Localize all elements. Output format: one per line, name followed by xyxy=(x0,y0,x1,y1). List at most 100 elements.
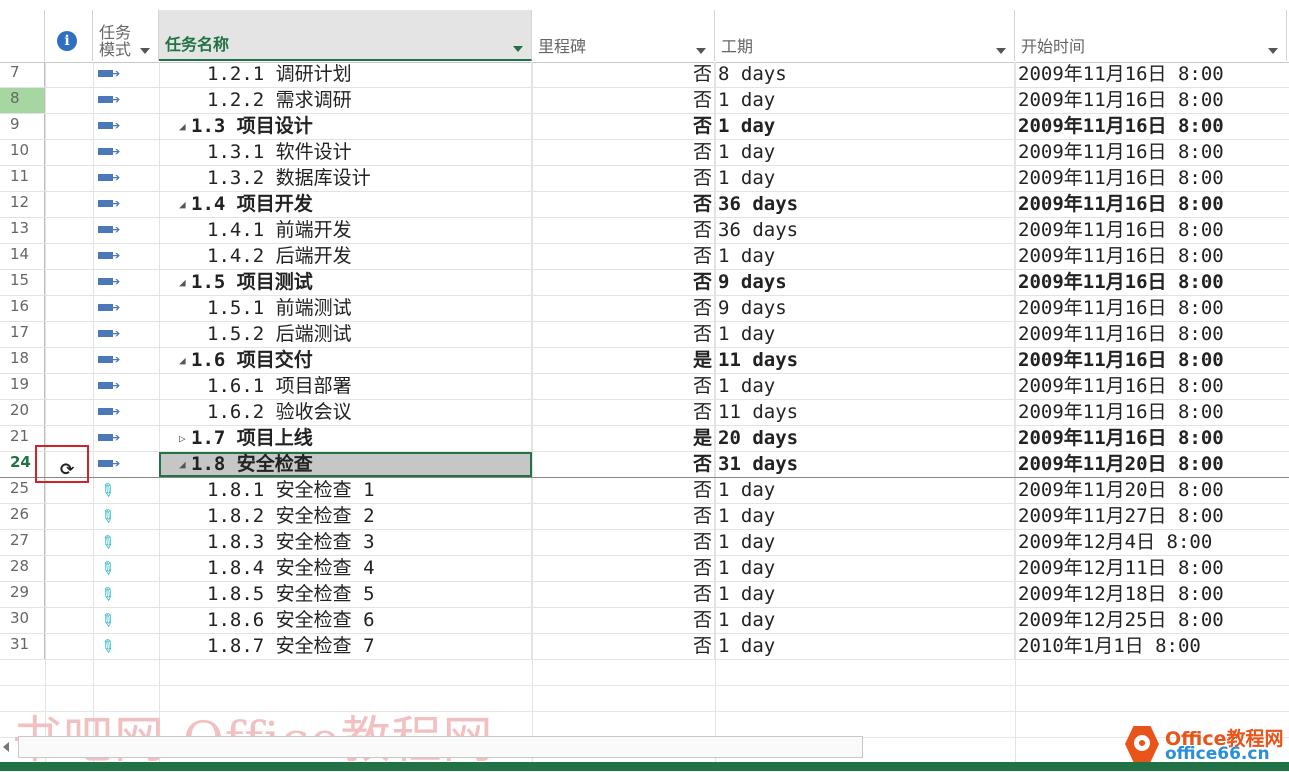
table-row[interactable]: 7 ➔ 1.2.1 调研计划 否 8 days 2009年11月16日 8:00 xyxy=(0,62,1289,88)
row-number[interactable]: 31 xyxy=(0,634,45,659)
indicator-cell[interactable] xyxy=(45,530,94,555)
start-cell[interactable]: 2009年11月16日 8:00 xyxy=(1015,114,1287,139)
indicator-cell[interactable] xyxy=(45,348,94,373)
duration-cell[interactable]: 1 day xyxy=(715,504,1015,529)
table-row[interactable]: 31 ✎ 1.8.7 安全检查 7 否 1 day 2010年1月1日 8:00 xyxy=(0,634,1289,660)
start-cell[interactable]: 2009年12月4日 8:00 xyxy=(1015,530,1287,555)
empty-row[interactable] xyxy=(0,660,1289,686)
chevron-down-icon[interactable] xyxy=(996,48,1006,54)
start-cell[interactable]: 2009年11月16日 8:00 xyxy=(1015,244,1287,269)
milestone-cell[interactable]: 是 xyxy=(532,348,715,373)
table-row[interactable]: 18 ➔ ◢ 1.6 项目交付 是 11 days 2009年11月16日 8:0… xyxy=(0,348,1289,374)
task-name-cell[interactable]: 1.8.3 安全检查 3 xyxy=(159,530,532,555)
duration-cell[interactable]: 1 day xyxy=(715,582,1015,607)
table-row[interactable]: 10 ➔ 1.3.1 软件设计 否 1 day 2009年11月16日 8:00 xyxy=(0,140,1289,166)
duration-cell[interactable]: 31 days xyxy=(715,452,1015,477)
duration-cell[interactable]: 1 day xyxy=(715,244,1015,269)
indicator-cell[interactable] xyxy=(45,192,94,217)
milestone-cell[interactable]: 否 xyxy=(532,114,715,139)
horizontal-scrollbar[interactable] xyxy=(18,736,863,758)
row-number[interactable]: 8 xyxy=(0,88,45,113)
indicator-cell[interactable] xyxy=(45,582,94,607)
task-name-cell[interactable]: 1.6.1 项目部署 xyxy=(159,374,532,399)
milestone-cell[interactable]: 否 xyxy=(532,270,715,295)
milestone-cell[interactable]: 是 xyxy=(532,426,715,451)
milestone-cell[interactable]: 否 xyxy=(532,530,715,555)
start-cell[interactable]: 2010年1月1日 8:00 xyxy=(1015,634,1287,659)
column-header-start[interactable]: 开始时间 xyxy=(1015,10,1287,61)
indicator-cell[interactable] xyxy=(45,140,94,165)
indicator-cell[interactable] xyxy=(45,400,94,425)
duration-cell[interactable]: 9 days xyxy=(715,296,1015,321)
duration-cell[interactable]: 11 days xyxy=(715,348,1015,373)
task-name-cell[interactable]: 1.3.1 软件设计 xyxy=(159,140,532,165)
row-number[interactable]: 28 xyxy=(0,556,45,581)
indicator-cell[interactable] xyxy=(45,504,94,529)
task-mode-cell[interactable]: ✎ xyxy=(93,530,160,555)
task-name-cell[interactable]: ▷ 1.7 项目上线 xyxy=(159,426,532,451)
row-number[interactable]: 14 xyxy=(0,244,45,269)
table-row[interactable]: 17 ➔ 1.5.2 后端测试 否 1 day 2009年11月16日 8:00 xyxy=(0,322,1289,348)
task-name-cell[interactable]: ◢ 1.8 安全检查 xyxy=(159,452,532,477)
milestone-cell[interactable]: 否 xyxy=(532,322,715,347)
indicator-cell[interactable] xyxy=(45,322,94,347)
task-mode-cell[interactable]: ✎ xyxy=(93,478,160,503)
row-number[interactable]: 17 xyxy=(0,322,45,347)
duration-cell[interactable]: 1 day xyxy=(715,140,1015,165)
milestone-cell[interactable]: 否 xyxy=(532,634,715,659)
column-header-indicators[interactable]: i xyxy=(45,10,93,61)
task-mode-cell[interactable]: ➔ xyxy=(93,426,160,451)
task-name-cell[interactable]: 1.5.2 后端测试 xyxy=(159,322,532,347)
table-row[interactable]: 26 ✎ 1.8.2 安全检查 2 否 1 day 2009年11月27日 8:… xyxy=(0,504,1289,530)
task-mode-cell[interactable]: ✎ xyxy=(93,582,160,607)
row-number[interactable]: 16 xyxy=(0,296,45,321)
start-cell[interactable]: 2009年11月16日 8:00 xyxy=(1015,166,1287,191)
table-row[interactable]: 30 ✎ 1.8.6 安全检查 6 否 1 day 2009年12月25日 8:… xyxy=(0,608,1289,634)
row-number[interactable]: 15 xyxy=(0,270,45,295)
column-header-milestone[interactable]: 里程碑 xyxy=(532,10,715,61)
duration-cell[interactable]: 1 day xyxy=(715,478,1015,503)
milestone-cell[interactable]: 否 xyxy=(532,218,715,243)
task-name-cell[interactable]: 1.6.2 验收会议 xyxy=(159,400,532,425)
row-number[interactable]: 30 xyxy=(0,608,45,633)
row-number[interactable]: 29 xyxy=(0,582,45,607)
expanded-triangle-icon[interactable]: ◢ xyxy=(179,192,191,217)
start-cell[interactable]: 2009年11月16日 8:00 xyxy=(1015,62,1287,87)
indicator-cell[interactable] xyxy=(45,608,94,633)
indicator-cell[interactable] xyxy=(45,166,94,191)
start-cell[interactable]: 2009年12月25日 8:00 xyxy=(1015,608,1287,633)
start-cell[interactable]: 2009年11月16日 8:00 xyxy=(1015,296,1287,321)
indicator-cell[interactable] xyxy=(45,634,94,659)
table-row[interactable]: 24 ⟳ ➔ ◢ 1.8 安全检查 否 31 days 2009年11月20日 8… xyxy=(0,452,1289,480)
task-mode-cell[interactable]: ➔ xyxy=(93,192,160,217)
task-mode-cell[interactable]: ✎ xyxy=(93,504,160,529)
duration-cell[interactable]: 36 days xyxy=(715,218,1015,243)
indicator-cell[interactable] xyxy=(45,114,94,139)
table-row[interactable]: 21 ➔ ▷ 1.7 项目上线 是 20 days 2009年11月16日 8:0… xyxy=(0,426,1289,452)
milestone-cell[interactable]: 否 xyxy=(532,166,715,191)
select-all-corner[interactable] xyxy=(0,10,45,61)
table-row[interactable]: 25 ✎ 1.8.1 安全检查 1 否 1 day 2009年11月20日 8:… xyxy=(0,478,1289,504)
milestone-cell[interactable]: 否 xyxy=(532,400,715,425)
milestone-cell[interactable]: 否 xyxy=(532,504,715,529)
row-number[interactable]: 19 xyxy=(0,374,45,399)
task-name-cell[interactable]: 1.8.1 安全检查 1 xyxy=(159,478,532,503)
start-cell[interactable]: 2009年11月16日 8:00 xyxy=(1015,426,1287,451)
task-mode-cell[interactable]: ➔ xyxy=(93,270,160,295)
row-number[interactable]: 27 xyxy=(0,530,45,555)
expanded-triangle-icon[interactable]: ◢ xyxy=(179,270,191,295)
milestone-cell[interactable]: 否 xyxy=(532,582,715,607)
column-header-task-name[interactable]: 任务名称 xyxy=(159,10,532,61)
milestone-cell[interactable]: 否 xyxy=(532,244,715,269)
expanded-triangle-icon[interactable]: ◢ xyxy=(179,348,191,373)
expanded-triangle-icon[interactable]: ◢ xyxy=(179,452,191,477)
duration-cell[interactable]: 9 days xyxy=(715,270,1015,295)
indicator-cell[interactable] xyxy=(45,218,94,243)
table-row[interactable]: 16 ➔ 1.5.1 前端测试 否 9 days 2009年11月16日 8:0… xyxy=(0,296,1289,322)
milestone-cell[interactable]: 否 xyxy=(532,374,715,399)
indicator-cell[interactable] xyxy=(45,374,94,399)
column-header-task-mode[interactable]: 任务 模式 xyxy=(93,10,159,61)
scroll-left-arrow[interactable] xyxy=(3,742,9,752)
table-row[interactable]: 9 ➔ ◢ 1.3 项目设计 否 1 day 2009年11月16日 8:00 xyxy=(0,114,1289,140)
start-cell[interactable]: 2009年11月20日 8:00 xyxy=(1015,452,1287,477)
